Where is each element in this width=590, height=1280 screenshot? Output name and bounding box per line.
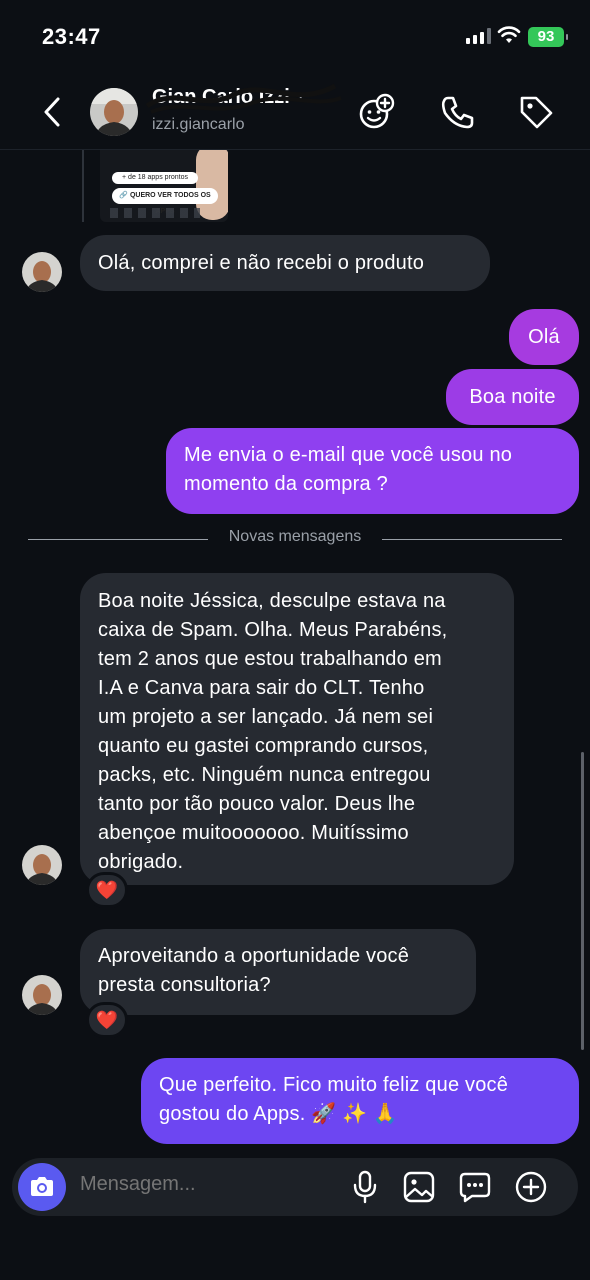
message-text-line: tanto por tão pouco valor. Deus lhe	[98, 793, 416, 815]
sticker-icon[interactable]	[356, 92, 396, 132]
signal-icon	[466, 28, 491, 44]
microphone-icon[interactable]	[352, 1170, 378, 1204]
heart-reaction[interactable]: ❤️	[86, 1002, 128, 1038]
phone-icon[interactable]	[438, 92, 478, 132]
message-text-line: um projeto a ser lançado. Já nem sei	[98, 706, 434, 728]
heart-reaction[interactable]: ❤️	[86, 872, 128, 908]
thumbnail-finger	[196, 150, 228, 220]
message-outgoing[interactable]: Boa noite	[446, 369, 579, 425]
message-text-line: tem 2 anos que estou trabalhando em	[98, 648, 442, 670]
message-text-line: Me envia o e-mail que você usou no	[184, 444, 513, 466]
message-text-line: I.A e Canva para sair do CLT. Tenho	[98, 677, 425, 699]
status-time: 23:47	[42, 24, 101, 49]
message-text-line: presta consultoria?	[98, 974, 271, 996]
battery-indicator: 93	[528, 27, 568, 47]
tag-icon[interactable]	[516, 92, 556, 132]
message-text-line: quanto eu gastei comprando cursos,	[98, 735, 429, 757]
message-text-line: abençoe muitooooooo. Muitíssimo	[98, 822, 409, 844]
wifi-icon	[497, 26, 521, 43]
thumbnail-button: 🔗 QUERO VER TODOS OS APPS	[112, 188, 218, 215]
status-bar: 23:47 93	[0, 0, 590, 74]
message-text: Olá, comprei e não recebi o produto	[98, 252, 425, 274]
thumbnail-caption: + de 18 apps prontos	[112, 172, 198, 184]
sender-avatar[interactable]	[22, 845, 62, 885]
shared-post-thumbnail[interactable]: + de 18 apps prontos 🔗 QUERO VER TODOS O…	[100, 150, 228, 222]
chat-header: Gian Carlo Izzi › izzi.giancarlo	[0, 74, 590, 150]
contact-avatar[interactable]	[90, 88, 138, 136]
message-text-line: packs, etc. Ninguém nunca entregou	[98, 764, 431, 786]
message-outgoing[interactable]: Me envia o e-mail que você usou no momen…	[166, 428, 579, 514]
heart-icon: ❤️	[95, 879, 119, 900]
message-outgoing[interactable]: Olá	[509, 309, 579, 365]
scrollbar[interactable]	[581, 752, 584, 1050]
message-text: Olá	[528, 326, 560, 348]
message-text-line: momento da compra ?	[184, 473, 388, 495]
camera-icon	[31, 1177, 53, 1196]
plus-circle-icon[interactable]	[514, 1170, 548, 1204]
message-outgoing[interactable]: Que perfeito. Fico muito feliz que você …	[141, 1058, 579, 1144]
message-incoming[interactable]: Olá, comprei e não recebi o produto	[80, 235, 490, 291]
gallery-icon[interactable]	[402, 1170, 436, 1204]
shared-post-line	[82, 150, 84, 222]
message-text-line: gostou do Apps. 🚀 ✨ 🙏	[159, 1103, 399, 1125]
divider-label: Novas mensagens	[228, 528, 362, 545]
camera-button[interactable]	[18, 1163, 66, 1211]
message-text-line: Que perfeito. Fico muito feliz que você	[159, 1074, 509, 1096]
thumbnail-keyboard	[110, 208, 200, 218]
contact-username: izzi.giancarlo	[152, 116, 245, 133]
chat-bubble-icon[interactable]	[458, 1170, 492, 1204]
message-text: Boa noite	[469, 386, 556, 408]
new-messages-divider: Novas mensagens	[28, 528, 562, 550]
message-composer	[12, 1158, 578, 1216]
sender-avatar[interactable]	[22, 252, 62, 292]
message-text-line: obrigado.	[98, 851, 184, 873]
heart-icon: ❤️	[95, 1009, 119, 1030]
message-text-line: Aproveitando a oportunidade você	[98, 945, 410, 967]
message-incoming[interactable]: Aproveitando a oportunidade você presta …	[80, 929, 476, 1015]
message-input[interactable]	[80, 1173, 330, 1196]
sender-avatar[interactable]	[22, 975, 62, 1015]
back-arrow-icon[interactable]	[38, 92, 64, 132]
message-text-line: caixa de Spam. Olha. Meus Parabéns,	[98, 619, 448, 641]
message-text-line: Boa noite Jéssica, desculpe estava na	[98, 590, 446, 612]
message-incoming[interactable]: Boa noite Jéssica, desculpe estava na ca…	[80, 573, 514, 885]
